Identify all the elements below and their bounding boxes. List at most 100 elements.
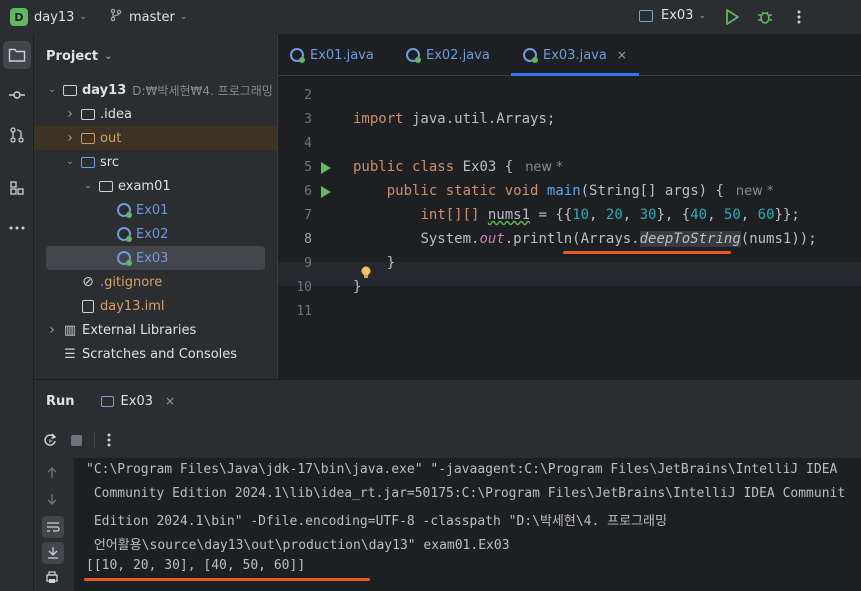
- tree-item-label: day13.iml: [100, 298, 165, 314]
- chevron-down-icon[interactable]: ⌄: [79, 12, 87, 22]
- code-line-8[interactable]: System.out.println(Arrays.deepToString(n…: [353, 231, 817, 247]
- run-button[interactable]: [722, 7, 742, 27]
- tree-item[interactable]: › out: [34, 126, 277, 150]
- line-number: 5: [304, 160, 312, 175]
- code-editor: Ex01.java Ex02.java Ex03.java × 2 3 4 5 6 7 8 9…: [277, 34, 861, 379]
- more-tool-windows-icon[interactable]: [3, 214, 31, 242]
- scroll-up-icon[interactable]: [45, 466, 59, 484]
- console-line: 언어활용\source\day13\out\production\day13" …: [86, 538, 510, 553]
- tree-item[interactable]: ☰ Scratches and Consoles: [34, 342, 277, 366]
- chevron-right-icon[interactable]: ›: [64, 130, 76, 146]
- more-options-icon[interactable]: [103, 433, 115, 447]
- run-panel-header: Run Ex03 ×: [34, 380, 861, 422]
- console-output[interactable]: "C:\Program Files\Java\jdk-17\bin\java.e…: [74, 458, 861, 591]
- tree-item[interactable]: Ex02: [34, 222, 277, 246]
- tab-ex02[interactable]: Ex02.java: [406, 34, 490, 76]
- project-panel-header[interactable]: Project ⌄: [34, 34, 277, 78]
- tree-item[interactable]: Ex03: [46, 246, 265, 270]
- run-config-icon: [100, 395, 114, 407]
- java-class-icon: [116, 251, 132, 266]
- tree-item[interactable]: ⌄ exam01: [34, 174, 277, 198]
- package-icon: [98, 179, 114, 193]
- chevron-down-icon[interactable]: ⌄: [46, 85, 58, 95]
- code-line-10[interactable]: }: [353, 279, 361, 295]
- chevron-down-icon[interactable]: ⌄: [82, 181, 94, 191]
- chevron-down-icon: ⌄: [698, 10, 706, 21]
- toolbar-divider: [94, 432, 95, 448]
- line-number: 11: [296, 304, 312, 319]
- tree-item[interactable]: Ex01: [34, 198, 277, 222]
- line-number: 4: [304, 136, 312, 151]
- project-badge[interactable]: D: [10, 8, 28, 26]
- java-class-icon: [116, 227, 132, 242]
- line-number: 8: [304, 232, 312, 247]
- tree-item-label: src: [100, 154, 119, 170]
- chevron-down-icon[interactable]: ⌄: [104, 51, 112, 62]
- scratches-icon: ☰: [64, 346, 76, 362]
- git-branch-icon: [109, 8, 123, 26]
- chevron-down-icon[interactable]: ⌄: [64, 157, 76, 167]
- tree-item-label: Ex01: [136, 202, 169, 218]
- code-line-5[interactable]: public class Ex03 {new *: [353, 159, 563, 175]
- tree-item-label: Ex03: [136, 250, 169, 266]
- tool-window-strip: [0, 34, 34, 591]
- debug-button[interactable]: [755, 7, 775, 27]
- run-tab-label: Ex03: [120, 393, 153, 409]
- print-icon[interactable]: [45, 570, 59, 588]
- chevron-right-icon[interactable]: ›: [46, 322, 58, 338]
- chevron-right-icon[interactable]: ›: [64, 106, 76, 122]
- structure-tool-button[interactable]: [3, 174, 31, 202]
- chevron-down-icon[interactable]: ⌄: [180, 12, 188, 22]
- module-folder-icon: [62, 83, 78, 97]
- rerun-icon[interactable]: [40, 433, 60, 447]
- tree-item[interactable]: ⌄ day13 D:₩박세현₩4. 프로그래밍: [34, 78, 277, 102]
- tree-item[interactable]: › ▥ External Libraries: [34, 318, 277, 342]
- code-line-7[interactable]: int[][] nums1 = {{10, 20, 30}, {40, 50, …: [353, 207, 799, 223]
- tree-item[interactable]: ⌄ src: [34, 150, 277, 174]
- tree-item[interactable]: › .idea: [34, 102, 277, 126]
- code-line-3[interactable]: import java.util.Arrays;: [353, 111, 555, 127]
- code-line-6[interactable]: public static void main(String[] args) {…: [353, 183, 774, 199]
- tree-item-path: D:₩박세현₩4. 프로그래밍: [132, 83, 273, 98]
- java-class-icon: [406, 48, 421, 63]
- tab-label: Ex03.java: [543, 47, 607, 63]
- annotation-underline: [84, 578, 370, 581]
- tab-label: Ex02.java: [426, 47, 490, 63]
- code-line-9[interactable]: }: [353, 255, 395, 271]
- line-number: 10: [296, 280, 312, 295]
- commit-tool-button[interactable]: [3, 81, 31, 109]
- scroll-to-end-icon[interactable]: [42, 542, 64, 564]
- run-tab-ex03[interactable]: Ex03 ×: [100, 393, 175, 409]
- ignore-file-icon: ⊘: [82, 274, 94, 290]
- tree-item[interactable]: ⊘ .gitignore: [34, 270, 277, 294]
- branch-name[interactable]: master: [129, 10, 175, 25]
- folder-orange-icon: [80, 131, 96, 145]
- run-class-gutter-icon[interactable]: [321, 162, 331, 174]
- run-configuration-selector[interactable]: Ex03 ⌄: [639, 8, 706, 23]
- scroll-down-icon[interactable]: [45, 492, 59, 510]
- project-name[interactable]: day13: [34, 10, 74, 25]
- tree-item[interactable]: day13.iml: [34, 294, 277, 318]
- annotation-underline: [563, 251, 731, 254]
- line-number: 3: [304, 112, 312, 127]
- tree-item-label: .idea: [100, 106, 132, 122]
- tab-label: Ex01.java: [310, 47, 374, 63]
- java-class-icon: [116, 203, 132, 218]
- project-tool-button[interactable]: [3, 41, 31, 69]
- tree-item-label: Ex02: [136, 226, 169, 242]
- tree-item-label: External Libraries: [82, 322, 197, 338]
- more-options-icon[interactable]: [789, 7, 809, 27]
- tab-ex01[interactable]: Ex01.java: [290, 34, 374, 76]
- tree-item-label: exam01: [118, 178, 171, 194]
- line-number: 2: [304, 88, 312, 103]
- soft-wrap-icon[interactable]: [42, 516, 64, 538]
- tree-item-label: day13: [82, 82, 127, 98]
- project-panel-title: Project: [46, 48, 99, 64]
- stop-icon[interactable]: [66, 434, 86, 446]
- library-icon: ▥: [63, 322, 77, 338]
- run-main-gutter-icon[interactable]: [321, 186, 331, 198]
- close-icon[interactable]: ×: [165, 394, 175, 408]
- tab-ex03[interactable]: Ex03.java ×: [511, 34, 639, 76]
- pull-requests-icon[interactable]: [3, 121, 31, 149]
- close-icon[interactable]: ×: [617, 48, 627, 62]
